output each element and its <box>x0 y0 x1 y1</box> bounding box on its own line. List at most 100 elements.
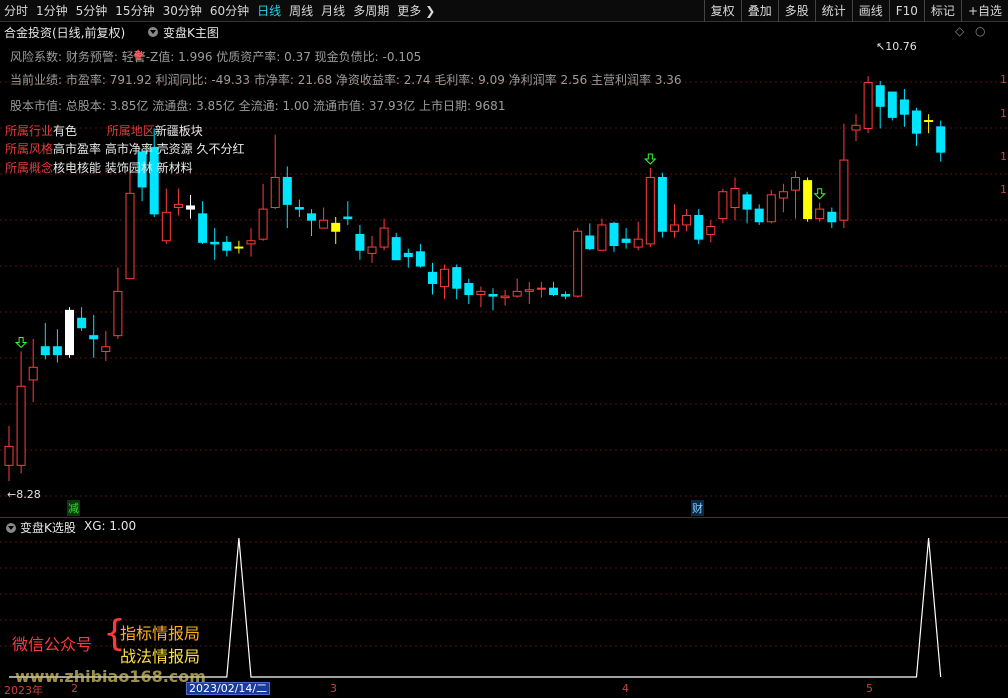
candle-body <box>488 294 498 297</box>
period-tab-7[interactable]: 周线 <box>285 0 317 22</box>
indicator-title[interactable]: 变盘K主图 <box>163 24 219 41</box>
candle <box>791 171 800 219</box>
y-axis-tick: 1 <box>1000 73 1007 86</box>
candle <box>65 307 74 358</box>
candle <box>234 240 244 254</box>
buy-signal-arrow-icon <box>644 153 657 165</box>
period-tab-5[interactable]: 60分钟 <box>206 0 253 22</box>
candle-body <box>875 85 885 107</box>
candle <box>706 220 716 243</box>
candle <box>319 207 329 229</box>
period-tab-2[interactable]: 5分钟 <box>72 0 112 22</box>
x-cursor-date: 2023/02/14/二 <box>186 682 271 695</box>
candle-body <box>270 176 280 209</box>
tool-button-7[interactable]: +自选 <box>960 0 1008 22</box>
candle <box>161 188 171 244</box>
candle-body <box>645 176 655 245</box>
more-chevron-icon[interactable]: ❯ <box>425 0 437 22</box>
period-tab-10[interactable]: 更多 <box>393 0 425 22</box>
candle <box>452 264 462 300</box>
tag-style: 所属风格高市盈率 高市净率 壳资源 久不分红 <box>5 140 244 157</box>
candle-body <box>561 294 571 297</box>
y-axis-tick: 1 <box>1000 107 1007 120</box>
buy-signal-arrow-icon <box>813 188 826 200</box>
candle <box>512 278 522 298</box>
tool-button-1[interactable]: 叠加 <box>740 0 778 22</box>
tool-button-3[interactable]: 统计 <box>814 0 852 22</box>
period-tab-1[interactable]: 1分钟 <box>32 0 72 22</box>
info-equity: 股本市值: 总股本: 3.85亿 流通盘: 3.85亿 全流通: 1.00 流通… <box>10 99 506 113</box>
candle <box>367 236 377 263</box>
candle-body <box>694 214 704 240</box>
period-tab-3[interactable]: 15分钟 <box>111 0 158 22</box>
candle-body <box>161 211 171 242</box>
x-year: 2023年 <box>4 684 43 697</box>
candle <box>621 228 631 249</box>
candle <box>440 264 450 300</box>
period-tab-4[interactable]: 30分钟 <box>159 0 206 22</box>
tool-button-0[interactable]: 复权 <box>703 0 741 22</box>
watermark-url: www.zhibiao168.com <box>15 667 206 686</box>
candle <box>524 281 534 305</box>
candle <box>125 164 135 280</box>
tag-value: 新疆板块 <box>154 124 203 138</box>
candle-body <box>210 241 220 245</box>
candle <box>391 232 401 261</box>
circle-icon[interactable]: ○ <box>975 24 985 38</box>
candle <box>16 351 26 474</box>
tool-button-6[interactable]: 标记 <box>923 0 961 22</box>
period-tabs: 分时 1分钟 5分钟 15分钟 30分钟 60分钟 日线 周线 月线 多周期 更多 ❯ <box>0 0 437 22</box>
x-month-3: 3 <box>330 682 337 695</box>
candle <box>210 228 220 260</box>
y-axis-tick: 1 <box>1000 183 1007 196</box>
marker-jian[interactable]: 减 <box>67 500 80 516</box>
marker-cai[interactable]: 财 <box>691 500 704 516</box>
candle <box>887 91 897 121</box>
candle-body <box>391 237 401 261</box>
diamond-icon[interactable]: ◇ <box>955 24 964 38</box>
candle <box>186 194 195 219</box>
period-tab-8[interactable]: 月线 <box>317 0 349 22</box>
tool-button-4[interactable]: 画线 <box>851 0 889 22</box>
indicator-dropdown-icon[interactable] <box>148 27 158 37</box>
candle-body <box>670 224 679 232</box>
candle-body <box>234 246 244 249</box>
x-month-4: 4 <box>622 682 629 695</box>
candle <box>645 167 655 248</box>
candle-body <box>319 219 329 229</box>
candle <box>379 218 389 251</box>
low-pointer-icon: ← <box>7 488 17 501</box>
candle-body <box>815 208 825 220</box>
candle <box>609 221 619 252</box>
candle-body <box>924 120 934 123</box>
watermark-wechat: 微信公众号 <box>12 635 93 654</box>
candle-body <box>186 205 195 210</box>
candle-body <box>101 346 111 352</box>
tool-button-2[interactable]: 多股 <box>777 0 815 22</box>
candle <box>415 243 425 268</box>
candle-body <box>766 194 776 223</box>
candle-body <box>706 226 716 235</box>
candle <box>307 209 316 236</box>
candle <box>331 217 341 244</box>
candle <box>222 236 232 257</box>
candle-body <box>609 222 619 246</box>
candle-body <box>730 188 740 209</box>
high-price-label: ↖10.76 <box>876 40 917 53</box>
period-tab-0[interactable]: 分时 <box>0 0 32 22</box>
period-tab-6[interactable]: 日线 <box>253 0 285 22</box>
candle <box>428 262 437 295</box>
candle-body <box>4 445 14 466</box>
candle <box>77 307 87 331</box>
candle-body <box>524 289 534 292</box>
candle-body <box>343 216 353 220</box>
high-price-value: 10.76 <box>885 40 917 53</box>
tool-button-5[interactable]: F10 <box>888 0 924 22</box>
candle <box>294 199 304 218</box>
x-month-5: 5 <box>866 682 873 695</box>
watermark-line1: 指标情报局 <box>120 624 201 643</box>
candle-body <box>403 252 413 258</box>
candle-body <box>585 235 595 250</box>
info-risk: 风险系数: 财务预警: 轻警-Z值: 1.996 优质资产率: 0.37 现金负… <box>10 50 422 64</box>
period-tab-9[interactable]: 多周期 <box>349 0 393 22</box>
